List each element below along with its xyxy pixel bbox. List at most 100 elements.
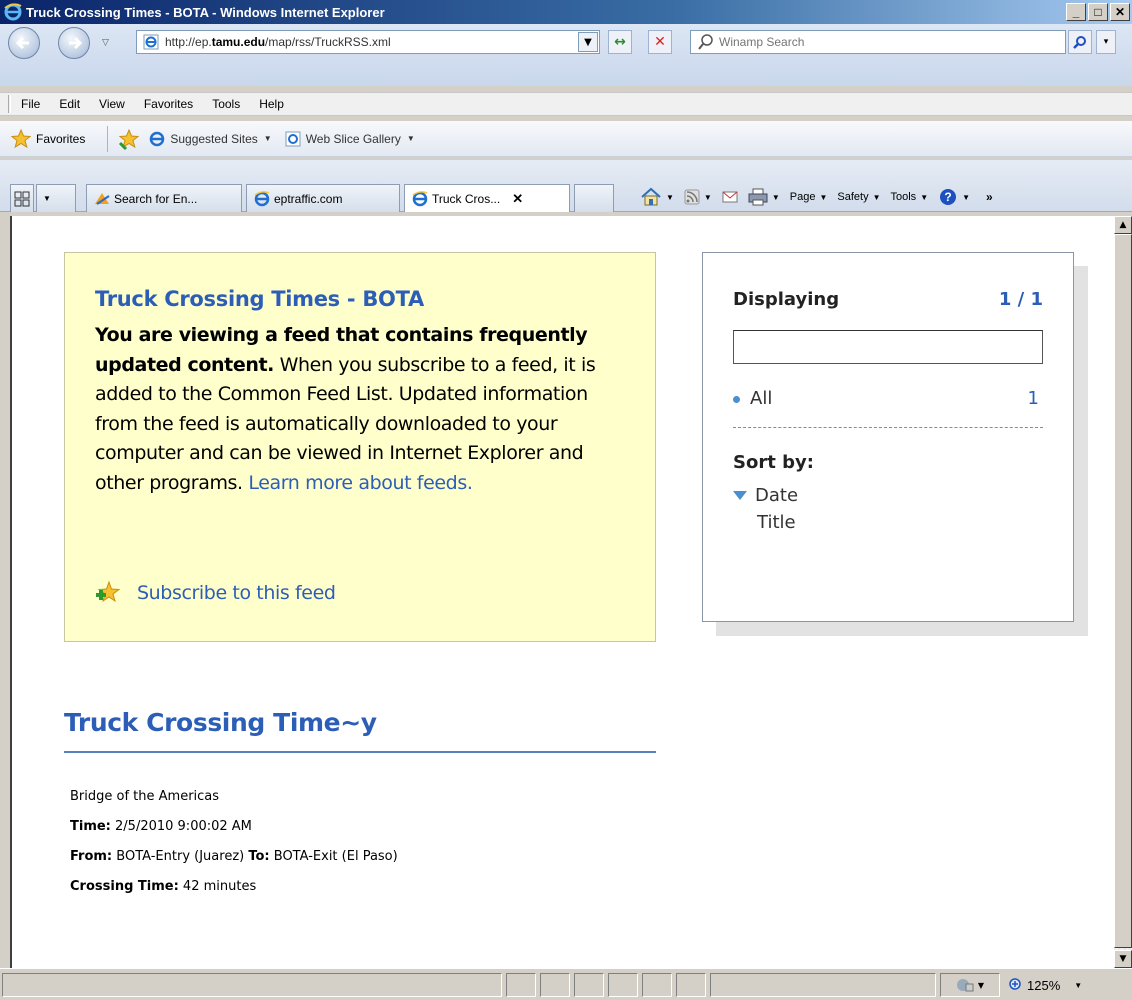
category-all-count: 1 xyxy=(1027,388,1039,409)
security-zone-icon xyxy=(956,979,974,992)
compatibility-refresh-button[interactable]: ↔ xyxy=(608,30,632,54)
tools-dropdown-icon: ▼ xyxy=(920,192,929,202)
back-button[interactable] xyxy=(8,27,40,59)
help-dropdown-icon: ▼ xyxy=(962,192,971,202)
menu-edit[interactable]: Edit xyxy=(59,97,80,111)
mail-icon xyxy=(722,191,738,203)
page-dropdown-icon: ▼ xyxy=(819,192,828,202)
search-input[interactable] xyxy=(719,35,1059,49)
feed-info-box: Truck Crossing Times - BOTA You are view… xyxy=(64,252,656,642)
favorites-button[interactable]: Favorites xyxy=(10,128,85,150)
search-box[interactable] xyxy=(690,30,1066,54)
read-mail-button[interactable] xyxy=(722,190,738,204)
sort-by-title[interactable]: Title xyxy=(757,512,1043,533)
feed-route: From: BOTA-Entry (Juarez) To: BOTA-Exit … xyxy=(70,849,398,864)
back-arrow-icon xyxy=(15,36,29,50)
tools-menu[interactable]: Tools ▼ xyxy=(891,191,929,203)
ie-icon xyxy=(150,131,165,146)
tab-list-dropdown-icon: ▼ xyxy=(43,194,51,203)
menu-bar: File Edit View Favorites Tools Help xyxy=(0,92,1132,116)
address-url: http://ep.tamu.edu/map/rss/TruckRSS.xml xyxy=(165,35,391,49)
learn-more-link[interactable]: Learn more about feeds. xyxy=(248,472,473,494)
tab-list-button[interactable]: ▼ xyxy=(36,184,76,212)
ie-logo-icon xyxy=(4,3,22,21)
print-button[interactable]: ▼ xyxy=(748,188,780,206)
magnifier-icon xyxy=(1073,36,1086,49)
feeds-dropdown-icon: ▼ xyxy=(703,192,712,202)
command-bar: ▼ ▼ ▼ Page ▼ Safety ▼ Tools ▼ ? ▼ » xyxy=(640,182,993,212)
chevron-more-icon[interactable]: » xyxy=(986,190,993,204)
help-button[interactable]: ? ▼ xyxy=(938,187,970,207)
zoom-icon xyxy=(1009,978,1021,990)
status-pane xyxy=(608,973,638,997)
scroll-down-button[interactable]: ▼ xyxy=(1114,950,1132,968)
new-tab-button[interactable] xyxy=(574,184,614,212)
feed-item-title[interactable]: Truck Crossing Time~y xyxy=(64,708,656,753)
svg-text:?: ? xyxy=(944,190,951,204)
page-ie-icon xyxy=(285,131,301,146)
forward-button[interactable] xyxy=(58,27,90,59)
displaying-header: Displaying 1 / 1 xyxy=(733,289,1043,310)
subscribe-link[interactable]: Subscribe to this feed xyxy=(95,580,336,606)
tab-search[interactable]: Search for En... xyxy=(86,184,242,212)
web-slice-gallery-button[interactable]: Web Slice Gallery ▼ xyxy=(284,130,415,148)
page-menu[interactable]: Page ▼ xyxy=(790,191,828,203)
feeds-button[interactable]: ▼ xyxy=(684,189,712,205)
protected-mode-button[interactable]: ▼ xyxy=(940,973,1000,997)
recent-pages-dropdown-icon[interactable]: ▽ xyxy=(102,38,109,48)
favorites-bar: Favorites Suggested Sites ▼ Web Slice Ga… xyxy=(0,121,1132,157)
home-dropdown-icon: ▼ xyxy=(666,192,674,202)
category-all[interactable]: All 1 xyxy=(733,388,1043,428)
winamp-tab-icon xyxy=(95,192,110,205)
filter-input[interactable] xyxy=(733,330,1043,364)
browser-window: Truck Crossing Times - BOTA - Windows In… xyxy=(0,0,1132,1000)
menu-view[interactable]: View xyxy=(99,97,125,111)
address-dropdown-button[interactable]: ▼ xyxy=(578,32,598,52)
scroll-thumb[interactable] xyxy=(1114,234,1132,948)
stop-button[interactable]: ✕ xyxy=(648,30,672,54)
window-title: Truck Crossing Times - BOTA - Windows In… xyxy=(26,4,385,20)
sort-by-date[interactable]: Date xyxy=(733,485,1043,506)
maximize-button[interactable]: □ xyxy=(1088,3,1108,21)
close-button[interactable]: ✕ xyxy=(1110,3,1130,21)
print-dropdown-icon: ▼ xyxy=(771,192,780,202)
address-bar[interactable]: http://ep.tamu.edu/map/rss/TruckRSS.xml xyxy=(136,30,600,54)
status-pane xyxy=(574,973,604,997)
tab-bar: ▼ Search for En... eptraffic.com Truck C… xyxy=(0,160,1132,212)
status-pane xyxy=(540,973,570,997)
safety-menu[interactable]: Safety ▼ xyxy=(837,191,880,203)
scroll-up-button[interactable]: ▲ xyxy=(1114,216,1132,234)
navigation-bar: ▽ http://ep.tamu.edu/map/rss/TruckRSS.xm… xyxy=(0,24,1132,86)
quick-tabs-button[interactable] xyxy=(10,184,34,212)
tab-truck-crossing[interactable]: Truck Cros... ✕ xyxy=(404,184,570,212)
menu-tools[interactable]: Tools xyxy=(212,97,240,111)
home-button[interactable]: ▼ xyxy=(640,187,674,207)
sort-descending-icon xyxy=(733,491,747,500)
menu-grip xyxy=(8,95,11,113)
safety-dropdown-icon: ▼ xyxy=(872,192,881,202)
vertical-scrollbar[interactable]: ▲ ▼ xyxy=(1114,216,1132,968)
add-favorite-icon[interactable] xyxy=(118,128,140,150)
webslice-dropdown-icon: ▼ xyxy=(406,134,415,143)
page-ie-icon xyxy=(143,34,159,50)
status-pane xyxy=(676,973,706,997)
quick-tabs-icon xyxy=(14,191,30,206)
search-icon xyxy=(698,34,713,50)
search-button[interactable] xyxy=(1068,30,1092,54)
suggested-sites-button[interactable]: Suggested Sites ▼ xyxy=(148,130,272,148)
search-options-button[interactable]: ▾ xyxy=(1096,30,1116,54)
minimize-button[interactable]: _ xyxy=(1066,3,1086,21)
menu-favorites[interactable]: Favorites xyxy=(144,97,193,111)
close-tab-icon[interactable]: ✕ xyxy=(512,191,523,207)
zone-dropdown-icon: ▼ xyxy=(977,980,985,990)
forward-arrow-icon xyxy=(69,36,83,50)
home-icon xyxy=(641,187,661,206)
feed-bridge: Bridge of the Americas xyxy=(70,789,220,804)
feed-time: Time: 2/5/2010 9:00:02 AM xyxy=(70,819,252,834)
zoom-button[interactable]: 125% ▼ xyxy=(1008,977,1082,993)
menu-file[interactable]: File xyxy=(21,97,40,111)
menu-help[interactable]: Help xyxy=(259,97,284,111)
filter-panel: Displaying 1 / 1 All 1 Sort by: Date Tit… xyxy=(702,252,1074,622)
tab-eptraffic[interactable]: eptraffic.com xyxy=(246,184,400,212)
ie-icon xyxy=(254,190,270,206)
